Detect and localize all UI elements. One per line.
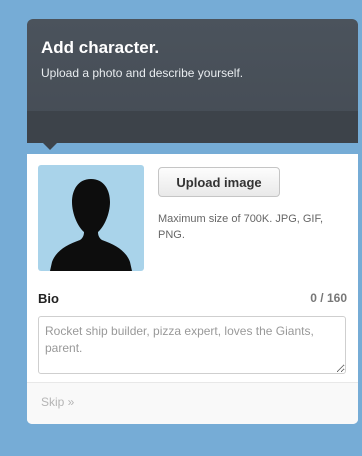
upload-size-note: Maximum size of 700K. JPG, GIF, PNG.	[158, 213, 324, 241]
bio-label: Bio	[38, 291, 59, 306]
pointer-notch	[43, 143, 57, 150]
upload-image-button[interactable]: Upload image	[158, 167, 280, 197]
header-band	[27, 111, 358, 143]
bio-character-counter: 0 / 160	[310, 291, 347, 305]
dialog-title: Add character.	[41, 38, 160, 57]
skip-link[interactable]: Skip »	[41, 395, 74, 409]
silhouette-icon	[50, 179, 132, 271]
dialog-footer: Skip »	[27, 382, 358, 424]
dialog-header: Add character. Upload a photo and descri…	[27, 19, 358, 150]
dialog-body: Upload image Maximum size of 700K. JPG, …	[27, 154, 358, 424]
avatar-placeholder-icon	[38, 165, 144, 271]
dialog-subtitle: Upload a photo and describe yourself.	[41, 66, 244, 80]
bio-textarea[interactable]	[38, 316, 346, 374]
